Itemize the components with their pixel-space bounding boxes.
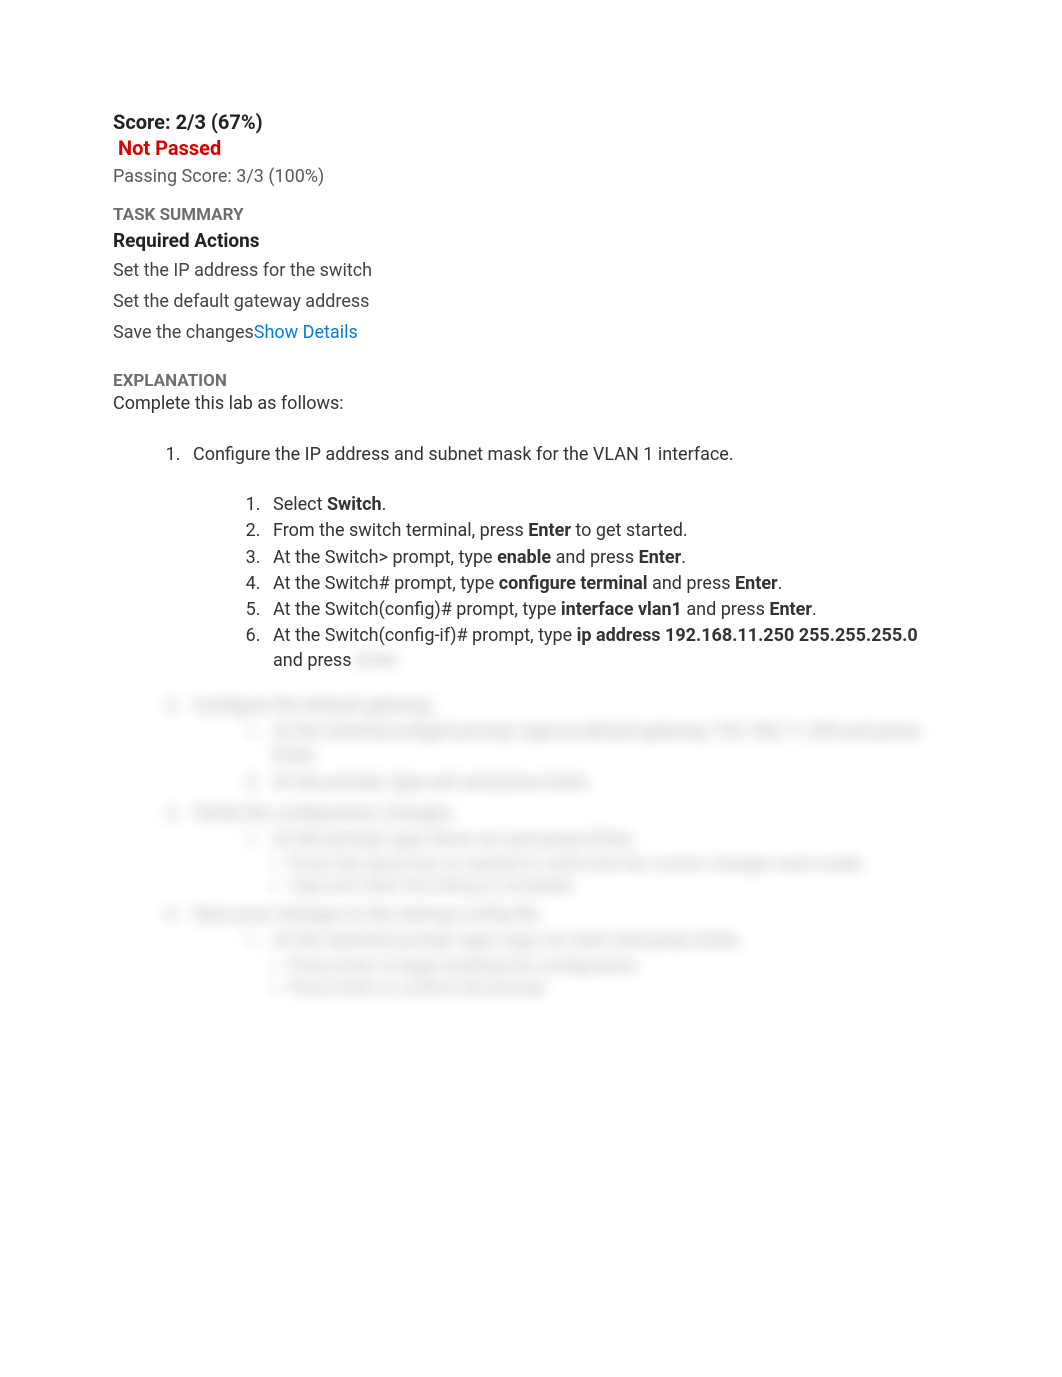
t: Press Enter to confirm the prompt. [289,978,549,998]
bs3-1: At the prompt, type show run and press E… [265,828,949,852]
t: and press [682,599,769,620]
bs4-b2: Press Enter to confirm the prompt. [289,978,949,998]
step-1-4: At the Switch# prompt, type configure te… [265,572,949,596]
step-1-substeps: Select Switch. From the switch terminal,… [193,493,949,673]
passing-score: Passing Score: 3/3 (100%) [113,166,949,187]
bs2-2: At the prompt, type exit and press Enter… [265,771,949,795]
bold-enter: Enter [735,573,778,594]
t: At the Switch(config)# prompt, type ip d… [273,721,921,766]
blurred-step-4: Save your changes to the startup-config … [185,904,949,997]
required-actions-header: Required Actions [113,229,949,252]
t: and press [273,650,356,671]
blurred-main-list: Configure the default gateway. At the Sw… [113,695,949,997]
action-save-changes: Save the changesShow Details [113,322,949,343]
t: . [681,547,686,568]
blurred-content: Configure the default gateway. At the Sw… [113,695,949,997]
blurred-tail: Enter. [356,650,401,671]
t: At the prompt, type exit and press Enter… [273,772,591,793]
bold-configure-terminal: configure terminal [499,573,648,594]
t: At the Switch# prompt, type [273,573,499,594]
action-save-text: Save the changes [113,322,254,343]
bs2-1: At the Switch(config)# prompt, type ip d… [265,720,949,769]
lab-report-page: Score: 2/3 (67%) Not Passed Passing Scor… [0,0,1062,1377]
step-1: Configure the IP address and subnet mask… [185,444,949,673]
score-status: Not Passed [118,136,949,160]
bs4-b1: Press Enter to begin building the config… [289,956,949,976]
step-1-1: Select Switch. [265,493,949,517]
bold-interface-vlan1: interface vlan1 [561,599,682,620]
action-set-gateway: Set the default gateway address [113,291,949,312]
bold-enter: Enter [528,520,571,541]
t: From the switch terminal, press [273,520,528,541]
show-details-link[interactable]: Show Details [254,322,358,343]
blurred-step-3: Verify the configuration changes. At the… [185,803,949,896]
t: . [812,599,817,620]
bs4-1: At the Switch# prompt, type copy run sta… [265,929,949,953]
t: . [778,573,783,594]
score-value: Score: 2/3 (67%) [113,110,949,134]
blurred-step-3-bullets: Press the space bar as needed to verify … [193,854,949,896]
t: Select [273,494,327,515]
t: At the prompt, type show run and press E… [273,829,636,850]
t: and press [648,573,735,594]
action-set-ip: Set the IP address for the switch [113,260,949,281]
task-summary-header: TASK SUMMARY [113,205,949,225]
t: to get started. [571,520,688,541]
t: . [382,494,387,515]
blurred-step-4-bullets: Press Enter to begin building the config… [193,956,949,998]
bold-enter: Enter [639,547,682,568]
t: At the Switch> prompt, type [273,547,497,568]
bold-enable: enable [497,547,551,568]
blurred-step-2-subs: At the Switch(config)# prompt, type ip d… [193,720,949,795]
t: and press [551,547,638,568]
t: Configure the default gateway. [193,695,436,716]
t: Verify the configuration changes. [193,803,456,824]
t: Press Enter to begin building the config… [289,956,641,976]
t: Press the space bar as needed to verify … [289,854,865,874]
t: At the Switch# prompt, type copy run sta… [273,930,742,951]
explanation-header: EXPLANATION [113,371,949,391]
bs3-b2: Type exit when the listing is complete. [289,876,949,896]
bs3-b1: Press the space bar as needed to verify … [289,854,949,874]
bold-switch: Switch [327,494,382,515]
step-1-3: At the Switch> prompt, type enable and p… [265,546,949,570]
blurred-step-4-subs: At the Switch# prompt, type copy run sta… [193,929,949,953]
step-1-5: At the Switch(config)# prompt, type inte… [265,598,949,622]
step-1-2: From the switch terminal, press Enter to… [265,519,949,543]
bold-ip-address: ip address 192.168.11.250 255.255.255.0 [577,625,918,646]
blurred-step-2: Configure the default gateway. At the Sw… [185,695,949,795]
step-1-title: Configure the IP address and subnet mask… [193,444,734,465]
bold-enter: Enter [769,599,812,620]
t: Type exit when the listing is complete. [289,876,576,896]
blurred-step-3-subs: At the prompt, type show run and press E… [193,828,949,852]
explanation-intro: Complete this lab as follows: [113,393,949,414]
explanation-main-list: Configure the IP address and subnet mask… [113,444,949,673]
t: Save your changes to the startup-config … [193,904,543,925]
t: At the Switch(config-if)# prompt, type [273,625,577,646]
step-1-6: At the Switch(config-if)# prompt, type i… [265,624,949,673]
t: At the Switch(config)# prompt, type [273,599,561,620]
